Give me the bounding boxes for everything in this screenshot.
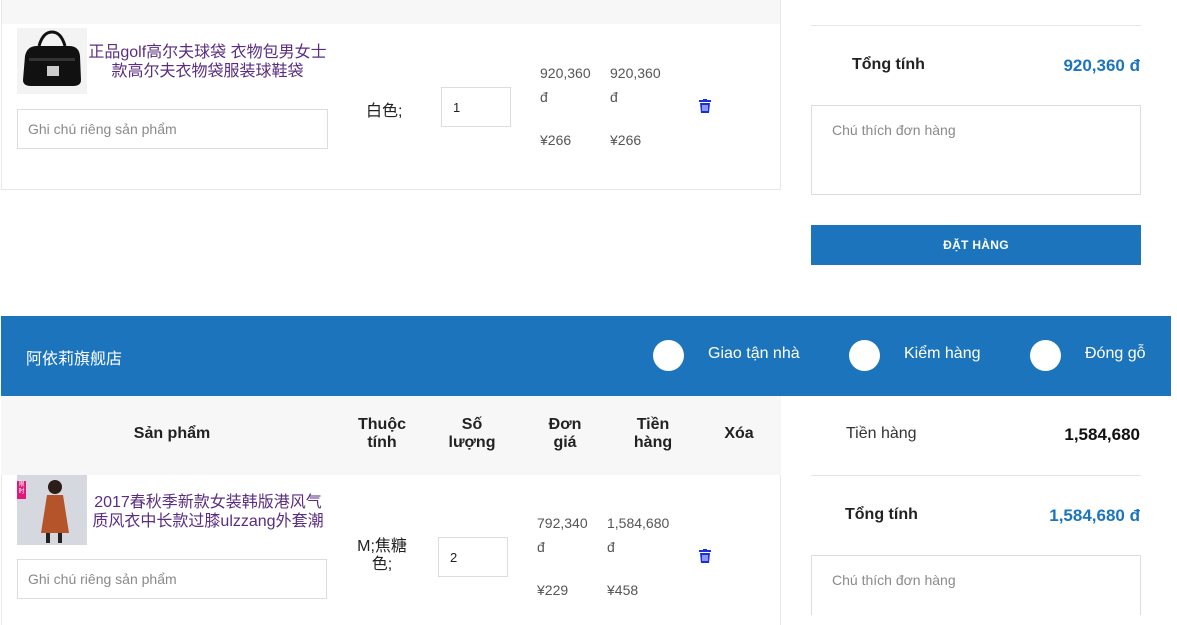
product-attribute-line1: M;焦糖 [357, 538, 407, 555]
product-thumbnail-coat[interactable] [17, 475, 87, 545]
line-total-vnd: 1,584,680 [607, 515, 670, 531]
line-total-currency: đ [607, 539, 615, 555]
quantity-input[interactable]: 1 [441, 87, 511, 127]
total-label: Tổng tính [845, 506, 918, 523]
header-attribute: Thuộc tính [342, 416, 422, 452]
line-total-cny: ¥458 [607, 582, 639, 598]
unit-price: 920,360 đ [540, 61, 591, 109]
option-home-delivery-radio[interactable] [653, 340, 684, 371]
order-note-textarea[interactable]: Chú thích đơn hàng [811, 105, 1141, 195]
delete-button[interactable] [699, 99, 711, 118]
product-title-link[interactable]: 正品golf高尔夫球袋 衣物包男女士款高尔夫衣物袋服装球鞋袋 [85, 43, 330, 81]
header-delete: Xóa [724, 425, 754, 442]
total-value: 920,360 đ [1063, 56, 1140, 75]
product-attribute-line2: 色; [371, 556, 393, 573]
place-order-button[interactable]: ĐẶT HÀNG [811, 225, 1141, 265]
unit-price-cny: ¥229 [537, 582, 569, 598]
line-total: 920,360 đ [610, 61, 661, 109]
unit-price-currency: đ [537, 539, 545, 555]
order-note-textarea[interactable]: Chú thích đơn hàng [811, 555, 1141, 615]
store-name[interactable]: 阿依莉旗舰店 [26, 345, 122, 369]
header-total-line1: Tiền [636, 416, 670, 433]
product-attribute: M;焦糖 色; [352, 538, 412, 574]
store-header-bar [1, 316, 1171, 396]
option-wood-packing-label[interactable]: Đóng gỗ [1085, 345, 1146, 363]
unit-price-vnd: 920,360 [540, 65, 591, 81]
header-attribute-line2: tính [367, 434, 397, 451]
trash-icon [699, 99, 711, 113]
golf-bag-image [17, 28, 87, 94]
total-label: Tổng tính [852, 56, 925, 73]
unit-price-cny: ¥266 [540, 132, 572, 148]
option-home-delivery-label[interactable]: Giao tận nhà [708, 345, 800, 363]
header-quantity-line2: lượng [448, 434, 496, 451]
header-product: Sản phẩm [133, 425, 211, 442]
product-thumbnail-golf-bag[interactable] [17, 28, 87, 94]
coat-image [17, 475, 87, 545]
product-note-input[interactable]: Ghi chú riêng sản phẩm [17, 559, 327, 599]
summary-divider [811, 475, 1141, 476]
goods-amount-label: Tiền hàng [846, 425, 917, 442]
total-value: 1,584,680 đ [1049, 506, 1140, 525]
unit-price-vnd: 792,340 [537, 515, 588, 531]
product-attribute: 白色; [366, 103, 403, 120]
product-note-input[interactable]: Ghi chú riêng sản phẩm [17, 109, 328, 149]
product-title-link[interactable]: 2017春秋季新款女装韩版港风气质风衣中长款过膝ulzzang外套潮 [88, 493, 328, 531]
header-unit-price-line1: Đơn [548, 416, 582, 433]
header-quantity-line1: Số [461, 416, 483, 433]
line-total-currency: đ [610, 89, 618, 105]
header-attribute-line1: Thuộc [358, 416, 406, 433]
line-total: 1,584,680 đ [607, 511, 669, 559]
header-total: Tiền hàng [613, 416, 693, 452]
promo-badge: 限时 [18, 482, 25, 495]
goods-amount-value: 1,584,680 [1064, 425, 1140, 444]
header-total-line2: hàng [633, 434, 673, 451]
line-total-cny: ¥266 [610, 132, 642, 148]
option-inspect-label[interactable]: Kiểm hàng [904, 345, 981, 363]
delete-button[interactable] [699, 549, 711, 568]
store1-product-card [1, 0, 781, 190]
header-quantity: Số lượng [432, 416, 512, 452]
header-unit-price: Đơn giá [525, 416, 605, 452]
unit-price-currency: đ [540, 89, 548, 105]
unit-price: 792,340 đ [537, 511, 588, 559]
quantity-input[interactable]: 2 [438, 537, 508, 577]
option-inspect-radio[interactable] [849, 340, 880, 371]
option-wood-packing-radio[interactable] [1030, 340, 1061, 371]
summary-divider [811, 25, 1141, 26]
line-total-vnd: 920,360 [610, 65, 661, 81]
trash-icon [699, 549, 711, 563]
header-unit-price-line2: giá [553, 434, 577, 451]
